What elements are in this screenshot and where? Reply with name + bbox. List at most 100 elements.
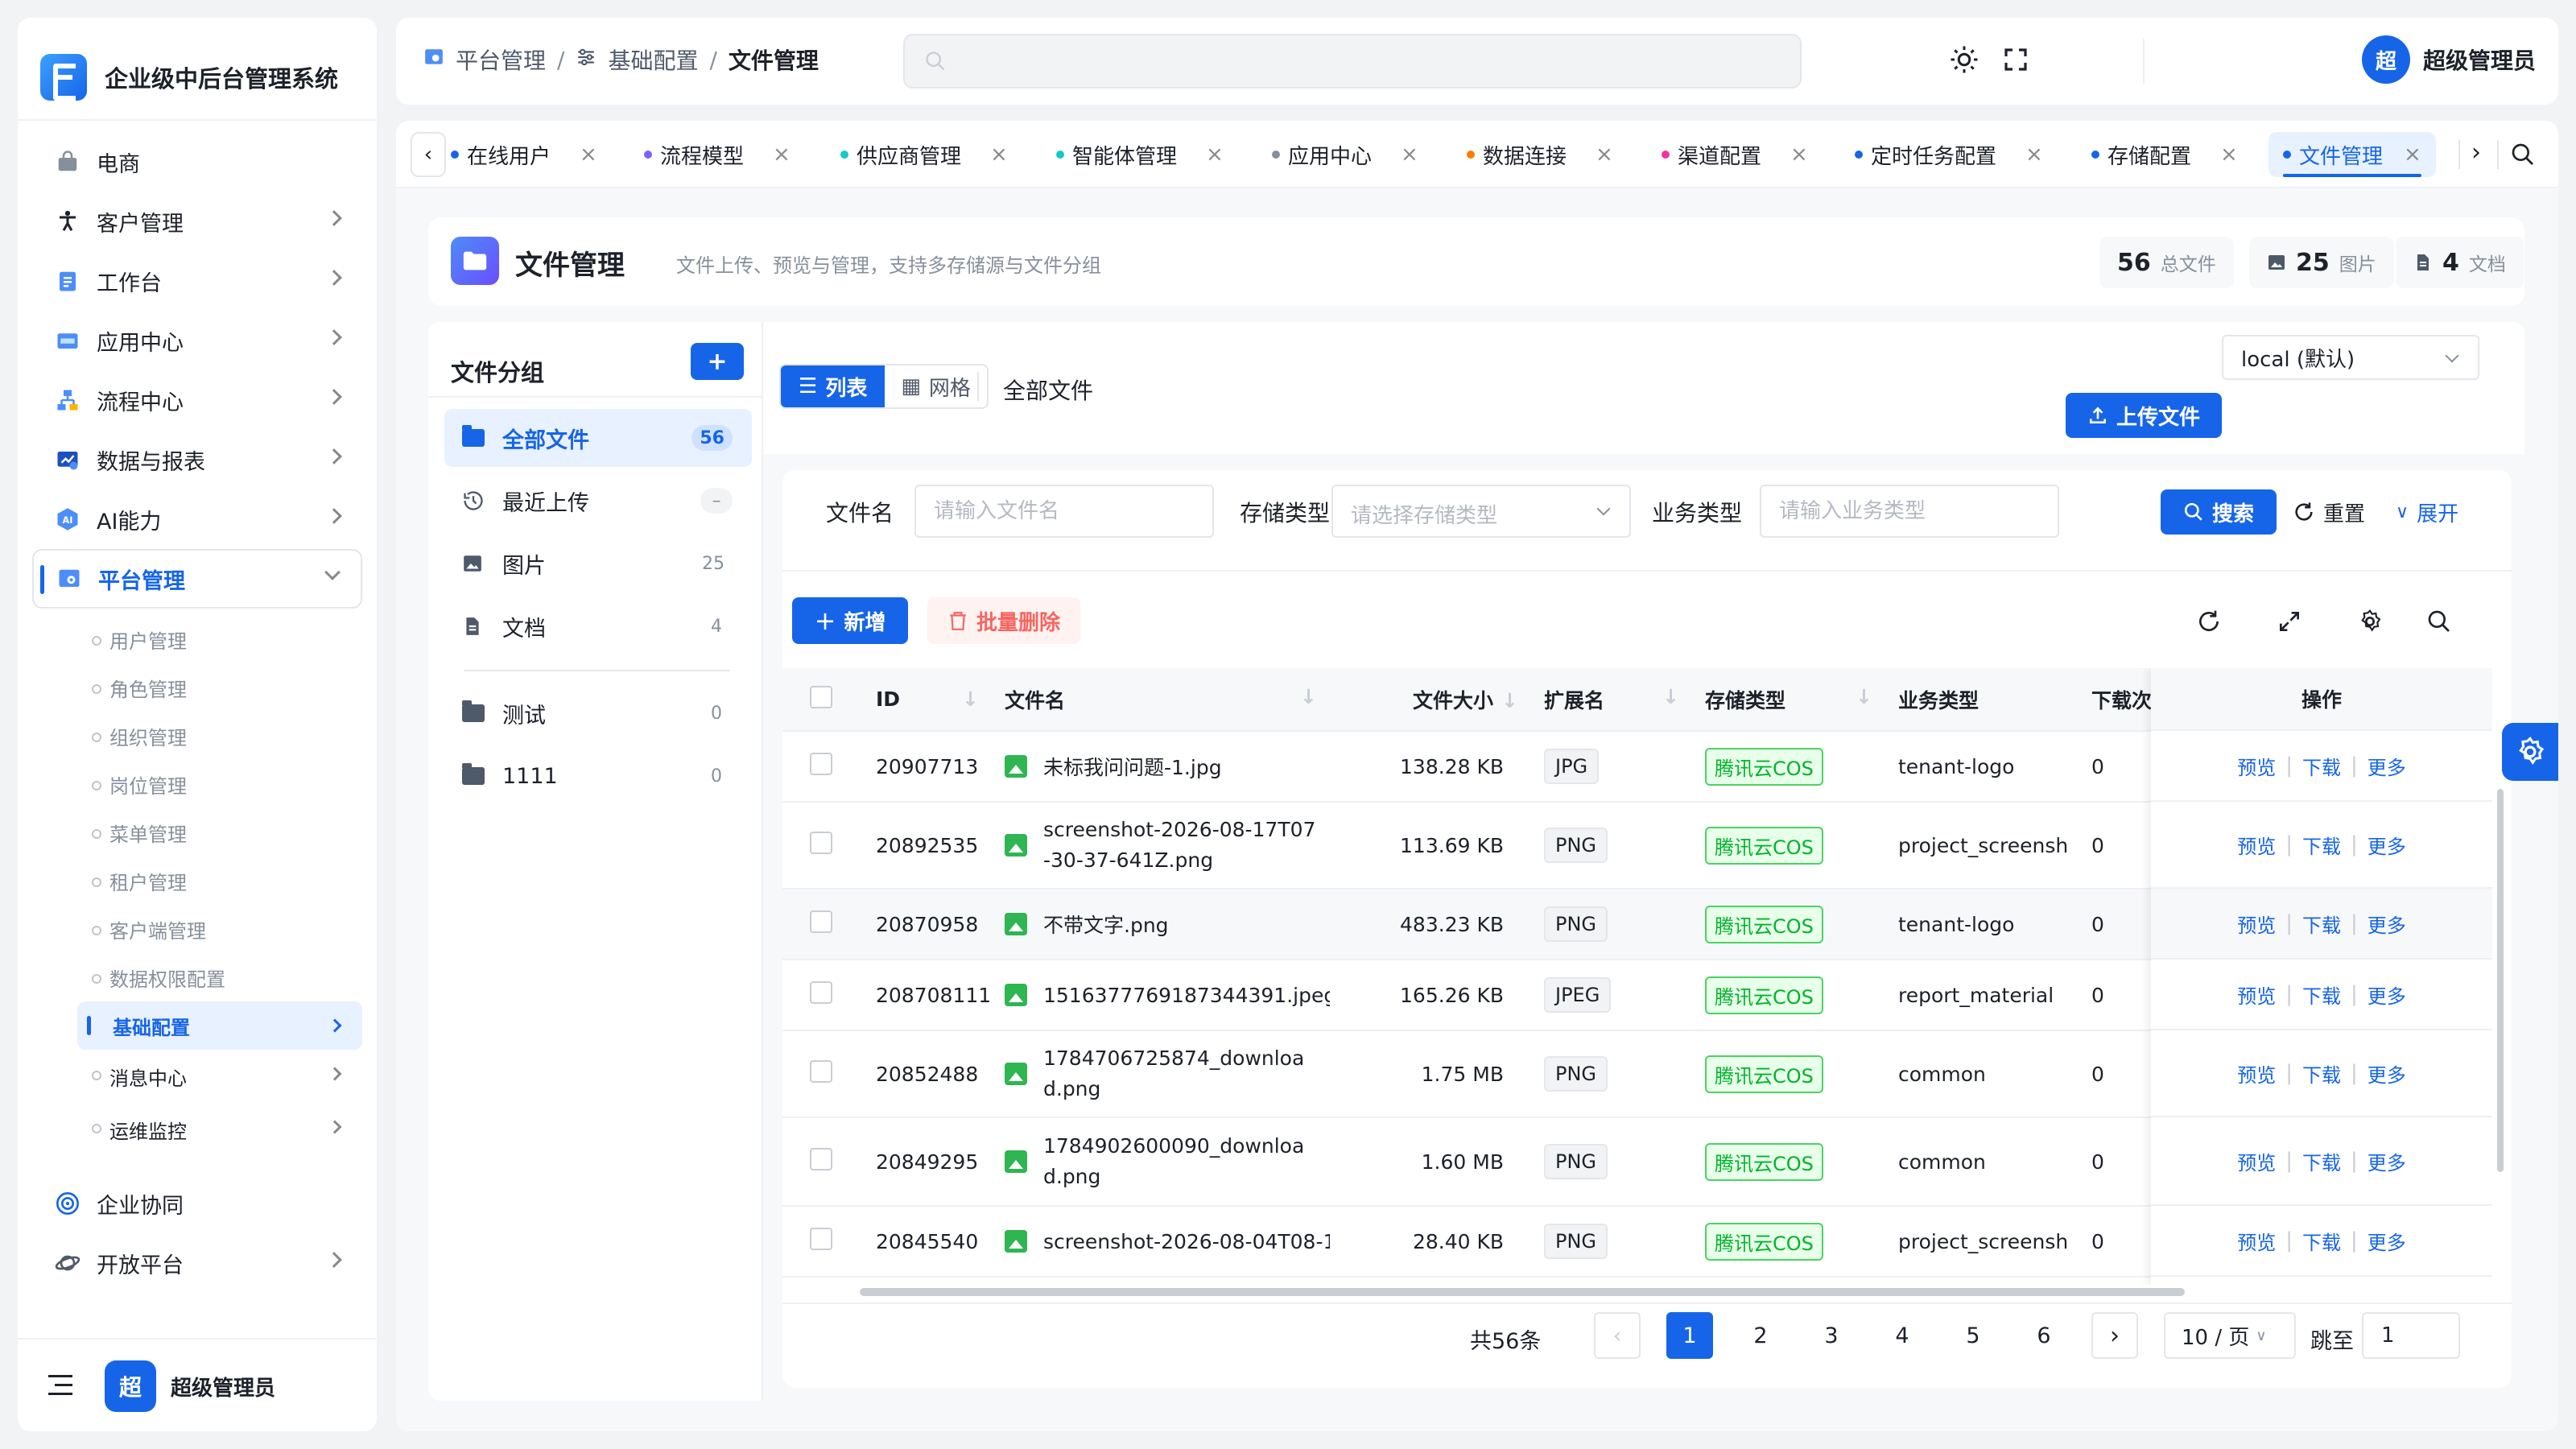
group-images[interactable]: 图片 25 [444,535,752,592]
global-search[interactable] [903,34,1802,89]
sidebar-item-customers[interactable]: 客户管理 [32,192,362,251]
storage-type-select[interactable]: 请选择存储类型 [1331,485,1631,538]
theme-sun-icon[interactable] [1950,45,1979,74]
close-icon[interactable]: × [1790,142,1808,167]
column-header-biz[interactable]: 业务类型 [1885,668,2079,732]
sidebar-item-open-platform[interactable]: 开放平台 [32,1233,362,1293]
search-button[interactable]: 搜索 [2161,489,2277,535]
column-header-storage[interactable]: 存储类型 ↓ [1692,668,1885,732]
table-row[interactable]: 20892535 screenshot-2026-08-17T07-30-37-6… [782,802,2151,890]
group-all-files[interactable]: 全部文件 56 [444,409,752,467]
download-link[interactable]: 下载 [2302,831,2341,859]
prev-page-button[interactable]: ‹ [1594,1312,1641,1359]
biz-type-input[interactable] [1760,485,2059,538]
table-row[interactable]: 20870958 不带文字.png 483.23 KB PNG 腾讯云COS tenant… [782,889,2151,960]
tab-app-center[interactable]: 应用中心 × [1272,132,1418,177]
table-row[interactable]: 20845540 screenshot-2026-08-04T08-16-38-5… [782,1206,2151,1278]
file-name-link[interactable]: 不带文字.png [1043,910,1169,939]
row-checkbox[interactable] [810,1228,832,1250]
sidebar-subitem-data-permissions[interactable]: 数据权限配置 [32,953,362,1001]
storage-select[interactable]: local (默认) [2222,335,2479,380]
tab-storage-config[interactable]: 存储配置 × [2091,132,2238,177]
preview-link[interactable]: 预览 [2237,910,2276,938]
group-documents[interactable]: 文档 4 [444,597,752,655]
page-button[interactable]: 6 [2021,1312,2067,1359]
group-recent[interactable]: 最近上传 – [444,472,752,530]
sidebar-item-reports[interactable]: 数据与报表 [32,430,362,489]
sidebar-subitem-menus[interactable]: 菜单管理 [32,808,362,857]
search-icon[interactable] [2426,609,2452,634]
row-checkbox[interactable] [810,753,832,775]
tab-online-users[interactable]: 在线用户 × [451,132,597,177]
more-link[interactable]: 更多 [2368,831,2406,859]
row-checkbox[interactable] [810,1060,832,1083]
group-1111[interactable]: 1111 0 [444,747,752,805]
add-file-button[interactable]: + 新增 [792,597,908,644]
column-header-downloads[interactable]: 下载次 [2079,668,2151,732]
row-checkbox[interactable] [810,1148,832,1170]
column-header-filename[interactable]: 文件名 ↓ [992,668,1330,732]
row-checkbox[interactable] [810,981,832,1004]
preview-link[interactable]: 预览 [2237,831,2276,859]
download-link[interactable]: 下载 [2302,910,2341,938]
close-icon[interactable]: × [580,142,597,167]
grid-view-button[interactable]: ▦ 网格 [885,365,987,407]
preview-link[interactable]: 预览 [2237,980,2276,1009]
page-button[interactable]: 5 [1950,1312,1996,1359]
close-icon[interactable]: × [2404,142,2421,167]
table-row[interactable]: 20852488 1784706725874_download.png 1.75 M… [782,1030,2151,1118]
more-link[interactable]: 更多 [2368,1227,2406,1255]
tab-agents[interactable]: 智能体管理 × [1056,132,1224,177]
sidebar-item-platform[interactable]: 平台管理 [32,549,362,609]
app-logo[interactable]: 企业级中后台管理系统 [40,37,338,118]
file-name-link[interactable]: 1516377769187344391.jpeg [1043,984,1330,1007]
list-view-button[interactable]: ☰ 列表 [781,365,886,407]
sidebar-item-workbench[interactable]: 工作台 [32,251,362,311]
jump-page-input[interactable] [2362,1312,2460,1359]
page-size-select[interactable]: 10 / 页 ∨ [2164,1312,2296,1359]
horizontal-scrollbar[interactable] [860,1288,2185,1296]
tab-suppliers[interactable]: 供应商管理 × [840,132,1008,177]
tab-flow-models[interactable]: 流程模型 × [644,132,791,177]
breadcrumb-item[interactable]: 平台管理 [456,43,546,76]
page-button[interactable]: 2 [1737,1312,1784,1359]
preview-link[interactable]: 预览 [2237,1147,2276,1175]
more-link[interactable]: 更多 [2368,980,2406,1009]
sidebar-subitem-posts[interactable]: 岗位管理 [32,760,362,808]
sidebar-item-flow-center[interactable]: 流程中心 [32,370,362,430]
row-checkbox[interactable] [810,910,832,933]
close-icon[interactable]: × [773,142,791,167]
close-icon[interactable]: × [1401,142,1418,167]
sidebar-item-ai[interactable]: AI AI能力 [32,489,362,549]
more-link[interactable]: 更多 [2368,910,2406,938]
header-user[interactable]: 超 超级管理员 [2362,35,2536,84]
close-icon[interactable]: × [1206,142,1224,167]
more-link[interactable]: 更多 [2368,1059,2406,1088]
page-button[interactable]: 4 [1879,1312,1926,1359]
preview-link[interactable]: 预览 [2237,752,2276,780]
column-header-id[interactable]: ID ↓ [863,668,992,732]
tab-data-connections[interactable]: 数据连接 × [1467,132,1613,177]
page-button[interactable]: 3 [1808,1312,1855,1359]
sidebar-user[interactable]: 超 超级管理员 [105,1360,275,1412]
filename-input[interactable] [914,485,1214,538]
column-header-ext[interactable]: 扩展名 ↓ [1531,668,1692,732]
sidebar-item-collab[interactable]: 企业协同 [32,1174,362,1233]
column-header-size[interactable]: 文件大小 ↓ [1330,668,1531,732]
sidebar-subitem-users[interactable]: 用户管理 [32,615,362,663]
preview-link[interactable]: 预览 [2237,1059,2276,1088]
close-icon[interactable]: × [1596,142,1613,167]
file-name-link[interactable]: screenshot-2026-08-04T08-16-38-500Z.png [1043,1230,1330,1253]
more-link[interactable]: 更多 [2368,1147,2406,1175]
upload-file-button[interactable]: 上传文件 [2066,393,2222,438]
file-name-link[interactable]: 未标我问问题-1.jpg [1043,752,1222,781]
file-name-link[interactable]: 1784902600090_download.png [1043,1131,1317,1192]
tab-channel-config[interactable]: 渠道配置 × [1662,132,1808,177]
refresh-icon[interactable] [2196,609,2222,634]
column-settings-icon[interactable] [2357,609,2383,634]
close-icon[interactable]: × [2025,142,2043,167]
sidebar-subitem-basic-config[interactable]: 基础配置 [77,1001,362,1050]
expand-filters-button[interactable]: ∨ 展开 [2396,489,2458,535]
sidebar-subitem-tenants[interactable]: 租户管理 [32,857,362,905]
table-row[interactable]: 208708111 1516377769187344391.jpeg 165.26 … [782,960,2151,1031]
